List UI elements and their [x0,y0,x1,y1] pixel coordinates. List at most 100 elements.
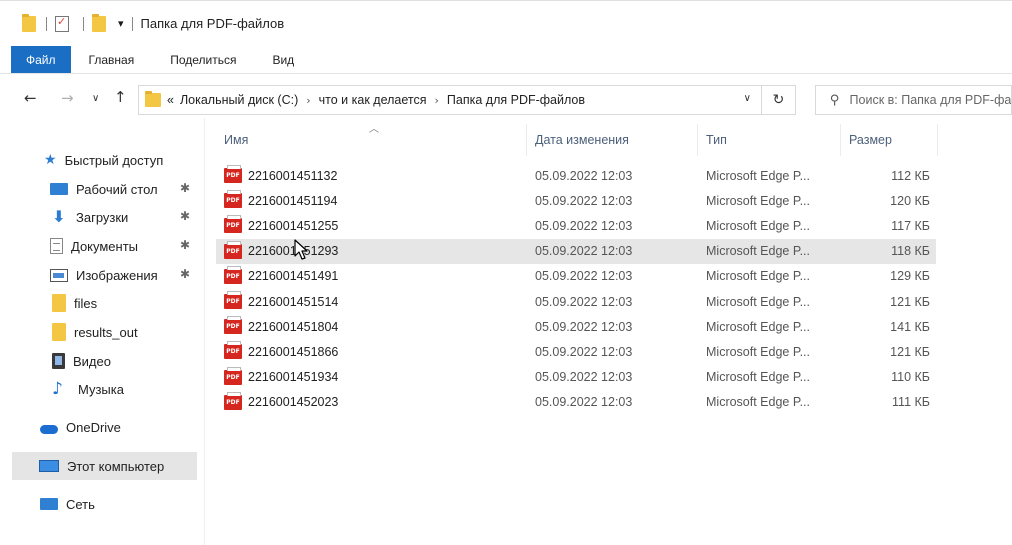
file-row[interactable]: PDF 2216001452023 05.09.2022 12:03 Microsof… [216,390,936,415]
file-name-cell[interactable]: PDF 2216001451934 [224,365,338,390]
pin-icon[interactable]: ✱ [180,209,190,223]
recent-locations-icon[interactable]: ∨ [92,93,99,104]
chevron-right-icon[interactable]: › [435,94,439,107]
file-name-cell[interactable]: PDF 2216001452023 [224,390,338,415]
cloud-icon [40,424,58,434]
sidebar-item-music[interactable]: ♪ Музыка [52,375,124,403]
file-type: Microsoft Edge P... [706,218,810,233]
pdf-file-icon: PDF [224,240,242,259]
sidebar-item-onedrive[interactable]: OneDrive [40,413,121,441]
file-type: Microsoft Edge P... [706,370,810,385]
file-type: Microsoft Edge P... [706,168,810,183]
documents-icon [50,238,63,254]
back-arrow-icon[interactable]: ← [24,89,37,107]
sidebar-item-desktop[interactable]: Рабочий стол [50,175,158,203]
column-header-date[interactable]: Дата изменения [527,124,698,156]
breadcrumb-current[interactable]: Папка для PDF-файлов [447,93,585,107]
file-size: 112 КБ [891,168,930,183]
pin-icon[interactable]: ✱ [180,238,190,252]
column-header-name[interactable]: Имя [216,124,527,156]
file-size: 111 КБ [892,395,930,410]
file-name: 2216001451194 [248,193,338,208]
tab-file[interactable]: Файл [11,46,71,73]
file-row[interactable]: PDF 2216001451514 05.09.2022 12:03 Microsof… [216,289,936,314]
file-name: 2216001451132 [248,168,338,183]
breadcrumb-overflow[interactable]: « [167,93,174,107]
file-type: Microsoft Edge P... [706,319,810,334]
file-row[interactable]: PDF 2216001451132 05.09.2022 12:03 Microsof… [216,163,936,188]
file-row[interactable]: PDF 2216001451194 05.09.2022 12:03 Microsof… [216,188,936,213]
file-row[interactable]: PDF 2216001451293 05.09.2022 12:03 Microsof… [216,238,936,264]
file-name-cell[interactable]: PDF 2216001451255 [224,213,338,238]
file-size: 129 КБ [890,269,930,284]
breadcrumb-folder[interactable]: что и как делается [319,93,427,107]
file-size: 110 КБ [891,370,930,385]
sidebar-item-network[interactable]: Сеть [40,490,95,518]
forward-arrow-icon[interactable]: → [61,89,74,107]
file-type: Microsoft Edge P... [706,193,810,208]
breadcrumb-local-disk[interactable]: Локальный диск (C:) [180,93,298,107]
file-name-cell[interactable]: PDF 2216001451194 [224,188,337,213]
file-date: 05.09.2022 12:03 [535,193,633,208]
column-header-size[interactable]: Размер [841,124,938,156]
sidebar-item-label: Быстрый доступ [64,152,164,168]
file-type: Microsoft Edge P... [706,344,810,359]
file-date: 05.09.2022 12:03 [535,218,633,233]
title-bar: ▾ Папка для PDF-файлов [0,0,1012,46]
file-size: 141 КБ [890,319,930,334]
refresh-button[interactable]: ↻ [762,85,796,115]
music-icon: ♪ [52,379,63,399]
sidebar-item-downloads[interactable]: ⬇ Загрузки [50,203,128,231]
file-row[interactable]: PDF 2216001451255 05.09.2022 12:03 Microsof… [216,213,936,238]
file-name-cell[interactable]: PDF 2216001451491 [224,264,338,289]
sidebar-item-label: Загрузки [76,209,129,225]
chevron-right-icon[interactable]: › [306,94,310,107]
sidebar-item-results-out[interactable]: results_out [52,318,138,346]
file-row[interactable]: PDF 2216001451491 05.09.2022 12:03 Microsof… [216,264,936,289]
pdf-file-icon: PDF [224,291,242,309]
sidebar-item-documents[interactable]: Документы [50,232,138,260]
sidebar-item-this-pc[interactable]: Этот компьютер [12,452,197,480]
separator [46,16,47,31]
file-date: 05.09.2022 12:03 [535,319,633,334]
sidebar-item-pictures[interactable]: Изображения [50,261,158,289]
search-placeholder: Поиск в: Папка для PDF-файлов [849,93,1012,107]
file-name: 2216001451491 [248,269,339,284]
separator [131,16,133,31]
tab-share[interactable]: Поделиться [152,46,254,73]
file-date: 05.09.2022 12:03 [535,370,633,385]
sidebar-item-files[interactable]: files [52,289,97,317]
sidebar-item-video[interactable]: Видео [52,347,111,375]
pdf-file-icon: PDF [224,190,242,209]
address-bar[interactable]: « Локальный диск (C:) › что и как делает… [138,85,762,115]
file-name-cell[interactable]: PDF 2216001451132 [224,163,337,188]
pdf-file-icon: PDF [224,265,242,284]
file-row[interactable]: PDF 2216001451866 05.09.2022 12:03 Microsof… [216,339,936,364]
search-box[interactable]: ⚲ Поиск в: Папка для PDF-файлов [815,85,1012,115]
file-date: 05.09.2022 12:03 [535,269,633,284]
file-row[interactable]: PDF 2216001451804 05.09.2022 12:03 Microsof… [216,314,936,339]
sidebar-item-quick-access[interactable]: ★ Быстрый доступ [44,146,163,174]
tab-home[interactable]: Главная [71,46,153,73]
new-folder-icon[interactable] [92,13,106,32]
pin-icon[interactable]: ✱ [180,181,190,195]
properties-icon[interactable] [55,15,69,32]
file-name: 2216001451934 [248,370,339,385]
pin-icon[interactable]: ✱ [180,267,190,281]
sidebar-item-label: Изображения [76,267,158,283]
tab-view[interactable]: Вид [254,46,312,73]
file-name-cell[interactable]: PDF 2216001451514 [224,289,338,314]
file-name-cell[interactable]: PDF 2216001451804 [224,314,338,339]
column-header-type[interactable]: Тип [698,124,841,156]
file-type: Microsoft Edge P... [706,395,810,410]
customize-toolbar-icon[interactable]: ▾ [118,17,124,30]
file-size: 121 КБ [890,294,930,309]
file-name: 2216001452023 [248,395,339,410]
file-name-cell[interactable]: PDF 2216001451293 [224,239,338,264]
up-arrow-icon[interactable]: ↑ [114,88,127,106]
file-row[interactable]: PDF 2216001451934 05.09.2022 12:03 Microsof… [216,365,936,390]
file-name-cell[interactable]: PDF 2216001451866 [224,339,338,364]
navigation-pane: ★ Быстрый доступ Рабочий стол ✱ ⬇ Загруз… [0,118,205,545]
chevron-down-icon[interactable]: ∨ [744,93,751,104]
sidebar-item-label: Видео [73,353,111,369]
